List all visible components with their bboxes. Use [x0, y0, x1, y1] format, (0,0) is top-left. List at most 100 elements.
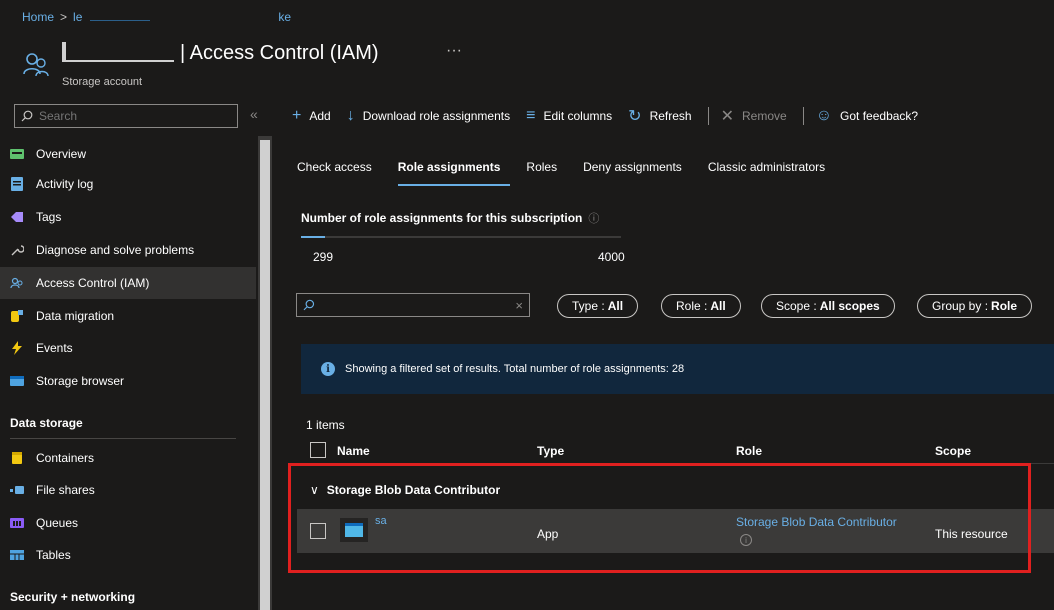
banner-text: Showing a filtered set of results. Total…: [345, 363, 685, 375]
edit-columns-button[interactable]: ≡ Edit columns: [526, 107, 612, 125]
feedback-icon: ☺: [815, 107, 833, 124]
remove-button[interactable]: ✕ Remove: [721, 106, 787, 126]
breadcrumb-home[interactable]: Home: [22, 10, 54, 24]
sidebar-item-label: Data migration: [36, 309, 115, 323]
activity-log-icon: [10, 177, 24, 191]
table-row[interactable]: sa App Storage Blob Data Contributor i T…: [297, 509, 1054, 553]
sidebar-item-diagnose[interactable]: Diagnose and solve problems: [0, 234, 256, 266]
filter-search-box[interactable]: ×: [296, 293, 530, 317]
header-divider: [297, 463, 1054, 464]
redacted-resource-name: [62, 42, 174, 62]
queue-icon: [10, 516, 24, 530]
sidebar-scrollbar[interactable]: [258, 136, 272, 610]
tab-roles[interactable]: Roles: [526, 160, 557, 182]
sidebar-item-overview[interactable]: Overview: [0, 138, 256, 170]
items-count: 1 items: [306, 418, 345, 432]
command-bar: + Add ↓ Download role assignments ≡ Edit co…: [292, 100, 934, 132]
role-filter-label: Role :: [676, 299, 708, 313]
row-name-link[interactable]: sa: [375, 515, 387, 527]
table-icon: [10, 548, 24, 562]
download-role-assignments-button[interactable]: ↓ Download role assignments: [347, 107, 510, 125]
group-label: Storage Blob Data Contributor: [326, 483, 501, 497]
breadcrumb: Home > le ke: [22, 10, 291, 24]
close-icon: ✕: [720, 108, 735, 125]
lightning-icon: [10, 341, 24, 355]
row-role-link[interactable]: Storage Blob Data Contributor: [736, 515, 897, 529]
sidebar-item-activity-log[interactable]: Activity log: [0, 168, 256, 200]
wrench-icon: [10, 243, 24, 257]
info-icon: i: [321, 362, 335, 376]
filter-search-input[interactable]: [320, 297, 516, 313]
sidebar-item-events[interactable]: Events: [0, 332, 256, 364]
add-label: Add: [309, 109, 331, 123]
column-header-type[interactable]: Type: [537, 444, 564, 458]
iam-people-icon: [23, 53, 49, 77]
info-icon[interactable]: ⓘ: [588, 213, 599, 225]
refresh-label: Refresh: [649, 109, 692, 123]
sidebar-item-storage-browser[interactable]: Storage browser: [0, 365, 256, 397]
page-subtitle: Storage account: [62, 76, 143, 88]
role-assignments-progress: [301, 236, 621, 238]
tab-check-access[interactable]: Check access: [297, 160, 372, 182]
tab-deny-assignments[interactable]: Deny assignments: [583, 160, 682, 182]
count-label-text: Number of role assignments for this subs…: [301, 211, 583, 225]
refresh-button[interactable]: ↻ Refresh: [628, 106, 691, 126]
clear-icon[interactable]: ×: [515, 298, 523, 313]
sidebar-item-label: Tags: [36, 210, 62, 224]
sidebar-item-label: Access Control (IAM): [36, 276, 150, 290]
download-label: Download role assignments: [362, 109, 511, 123]
sidebar-item-containers[interactable]: Containers: [0, 442, 256, 474]
breadcrumb-item[interactable]: le: [73, 10, 82, 24]
breadcrumb-item[interactable]: ke: [278, 10, 291, 24]
column-header-scope[interactable]: Scope: [935, 444, 971, 458]
file-share-icon: [10, 483, 24, 497]
download-icon: ↓: [346, 107, 355, 124]
divider: [10, 438, 236, 439]
sidebar-item-label: Tables: [36, 548, 71, 562]
section-data-storage: Data storage: [10, 416, 83, 430]
type-filter-value: All: [607, 299, 624, 313]
sidebar-item-data-migration[interactable]: Data migration: [0, 300, 256, 332]
role-filter-pill[interactable]: Role : All: [661, 294, 741, 318]
scrollbar-thumb[interactable]: [260, 140, 270, 610]
page-title: | Access Control (IAM): [62, 42, 379, 65]
sidebar-item-file-shares[interactable]: File shares: [0, 474, 256, 506]
sidebar-item-tags[interactable]: Tags: [0, 201, 256, 233]
group-header-row[interactable]: ∨ Storage Blob Data Contributor: [310, 483, 500, 497]
breadcrumb-separator: >: [60, 10, 68, 24]
column-header-role[interactable]: Role: [736, 444, 762, 458]
sidebar-item-tables[interactable]: Tables: [0, 539, 256, 571]
sidebar-item-access-control[interactable]: Access Control (IAM): [0, 267, 256, 299]
feedback-button[interactable]: ☺ Got feedback?: [816, 107, 918, 125]
sidebar-item-queues[interactable]: Queues: [0, 507, 256, 539]
sidebar-search[interactable]: [14, 104, 238, 128]
columns-icon: ≡: [526, 107, 536, 124]
type-filter-label: Type :: [572, 299, 605, 313]
storage-browser-icon: [10, 374, 24, 388]
select-all-checkbox[interactable]: [310, 442, 326, 458]
search-icon: [303, 299, 315, 311]
toolbar-divider: [707, 107, 709, 125]
sidebar-item-label: Events: [36, 341, 73, 355]
sidebar-item-label: Overview: [36, 147, 87, 161]
column-header-name[interactable]: Name: [337, 444, 370, 458]
row-checkbox[interactable]: [310, 523, 326, 539]
progress-fill: [301, 236, 325, 238]
role-filter-value: All: [710, 299, 726, 313]
refresh-icon: ↻: [628, 108, 642, 125]
sidebar-search-input[interactable]: [39, 109, 229, 123]
group-by-pill[interactable]: Group by : Role: [917, 294, 1033, 318]
chevron-down-icon[interactable]: ∨: [310, 483, 319, 497]
type-filter-pill[interactable]: Type : All: [557, 294, 639, 318]
more-options-icon[interactable]: ···: [446, 42, 462, 60]
collapse-sidebar-button[interactable]: «: [250, 106, 258, 122]
scope-filter-pill[interactable]: Scope : All scopes: [761, 294, 895, 318]
info-icon[interactable]: i: [740, 534, 752, 546]
edit-columns-label: Edit columns: [543, 109, 613, 123]
tab-role-assignments[interactable]: Role assignments: [397, 160, 510, 186]
data-migration-icon: [10, 309, 24, 323]
add-button[interactable]: + Add: [292, 107, 331, 125]
tab-classic-administrators[interactable]: Classic administrators: [708, 160, 825, 182]
feedback-label: Got feedback?: [840, 109, 919, 123]
iam-page: Home > le ke | Access Control (IAM) ··· Sto…: [0, 0, 1054, 610]
